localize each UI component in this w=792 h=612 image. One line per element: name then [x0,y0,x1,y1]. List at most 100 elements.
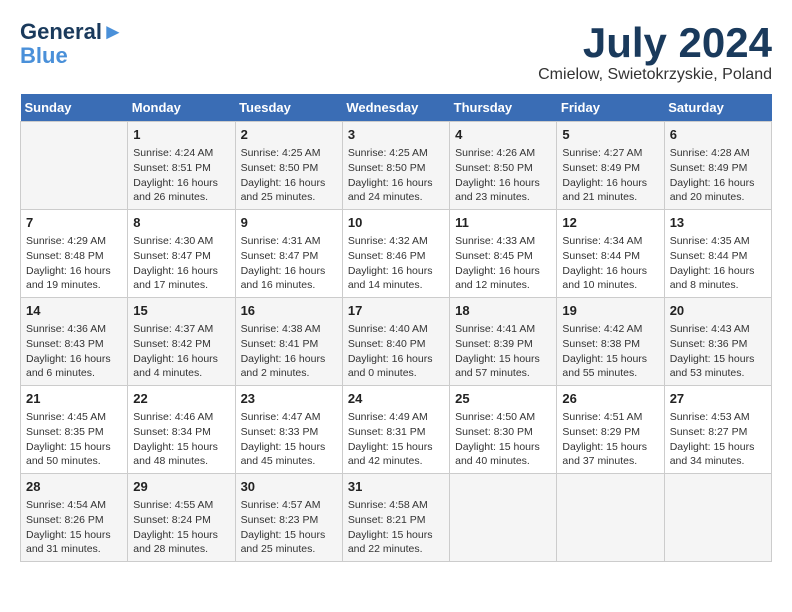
daylight-text: Daylight: 16 hours and 12 minutes. [455,265,540,292]
sunrise-text: Sunrise: 4:45 AM [26,411,106,423]
sunset-text: Sunset: 8:38 PM [562,338,640,350]
sunset-text: Sunset: 8:40 PM [348,338,426,350]
day-number: 18 [455,302,551,320]
calendar-day-cell: 18Sunrise: 4:41 AMSunset: 8:39 PMDayligh… [450,298,557,386]
sunset-text: Sunset: 8:43 PM [26,338,104,350]
day-number: 17 [348,302,444,320]
daylight-text: Daylight: 16 hours and 6 minutes. [26,353,111,380]
sunrise-text: Sunrise: 4:32 AM [348,235,428,247]
calendar-day-cell [21,122,128,210]
sunrise-text: Sunrise: 4:34 AM [562,235,642,247]
calendar-week-row: 1Sunrise: 4:24 AMSunset: 8:51 PMDaylight… [21,122,772,210]
sunset-text: Sunset: 8:29 PM [562,426,640,438]
daylight-text: Daylight: 15 hours and 48 minutes. [133,441,218,468]
calendar-week-row: 21 Sunrise: 4:45 AM Sunset: 8:35 PM Dayligh… [21,386,772,474]
day-number: 12 [562,214,658,232]
calendar-day-cell [450,473,557,561]
day-number: 14 [26,302,122,320]
sunset-text: Sunset: 8:49 PM [670,162,748,174]
weekday-header-cell: Thursday [450,94,557,122]
daylight-text: Daylight: 15 hours and 45 minutes. [241,441,326,468]
sunrise-text: Sunrise: 4:29 AM [26,235,106,247]
daylight-text: Daylight: 16 hours and 20 minutes. [670,177,755,204]
page-header: General► Blue July 2024 Cmielow, Swietok… [20,20,772,84]
calendar-day-cell: 30Sunrise: 4:57 AMSunset: 8:23 PMDayligh… [235,473,342,561]
calendar-day-cell: 20Sunrise: 4:43 AMSunset: 8:36 PMDayligh… [664,298,771,386]
calendar-day-cell: 25Sunrise: 4:50 AMSunset: 8:30 PMDayligh… [450,386,557,474]
day-number: 22 [133,390,229,408]
sunset-text: Sunset: 8:41 PM [241,338,319,350]
day-number: 3 [348,126,444,144]
daylight-text: Daylight: 16 hours and 23 minutes. [455,177,540,204]
weekday-header-cell: Friday [557,94,664,122]
calendar-day-cell [557,473,664,561]
sunrise-text: Sunrise: 4:49 AM [348,411,428,423]
calendar-day-cell: 24Sunrise: 4:49 AMSunset: 8:31 PMDayligh… [342,386,449,474]
sunrise-text: Sunrise: 4:25 AM [348,147,428,159]
sunrise-text: Sunrise: 4:53 AM [670,411,750,423]
day-number: 7 [26,214,122,232]
sunrise-text: Sunrise: 4:26 AM [455,147,535,159]
daylight-text: Daylight: 16 hours and 17 minutes. [133,265,218,292]
day-number: 4 [455,126,551,144]
sunset-text: Sunset: 8:34 PM [133,426,211,438]
day-number: 26 [562,390,658,408]
calendar-day-cell: 19 Sunrise: 4:42 AM Sunset: 8:38 PM Dayligh… [557,298,664,386]
calendar-day-cell: 3 Sunrise: 4:25 AM Sunset: 8:50 PM Daylight… [342,122,449,210]
calendar-day-cell: 4 Sunrise: 4:26 AM Sunset: 8:50 PM Daylight… [450,122,557,210]
day-number: 9 [241,214,337,232]
calendar-day-cell: 29Sunrise: 4:55 AMSunset: 8:24 PMDayligh… [128,473,235,561]
weekday-header-cell: Wednesday [342,94,449,122]
daylight-text: Daylight: 15 hours and 22 minutes. [348,529,433,556]
daylight-text: Daylight: 15 hours and 55 minutes. [562,353,647,380]
day-number: 6 [670,126,766,144]
calendar-day-cell: 2Sunrise: 4:25 AMSunset: 8:50 PMDaylight… [235,122,342,210]
calendar-day-cell: 15Sunrise: 4:37 AMSunset: 8:42 PMDayligh… [128,298,235,386]
day-number: 24 [348,390,444,408]
sunset-text: Sunset: 8:35 PM [26,426,104,438]
sunset-text: Sunset: 8:23 PM [241,514,319,526]
sunset-text: Sunset: 8:36 PM [670,338,748,350]
logo: General► Blue [20,20,124,68]
sunrise-text: Sunrise: 4:28 AM [670,147,750,159]
sunrise-text: Sunrise: 4:41 AM [455,323,535,335]
day-number: 21 [26,390,122,408]
calendar-day-cell: 14Sunrise: 4:36 AMSunset: 8:43 PMDayligh… [21,298,128,386]
daylight-text: Daylight: 15 hours and 28 minutes. [133,529,218,556]
sunset-text: Sunset: 8:45 PM [455,250,533,262]
calendar-week-row: 7Sunrise: 4:29 AMSunset: 8:48 PMDaylight… [21,210,772,298]
sunset-text: Sunset: 8:24 PM [133,514,211,526]
daylight-text: Daylight: 15 hours and 50 minutes. [26,441,111,468]
calendar-day-cell: 31Sunrise: 4:58 AMSunset: 8:21 PMDayligh… [342,473,449,561]
daylight-text: Daylight: 16 hours and 21 minutes. [562,177,647,204]
day-number: 11 [455,214,551,232]
logo-text: General► [20,20,124,44]
daylight-text: Daylight: 16 hours and 24 minutes. [348,177,433,204]
calendar-day-cell: 13Sunrise: 4:35 AMSunset: 8:44 PMDayligh… [664,210,771,298]
calendar-day-cell: 12 Sunrise: 4:34 AM Sunset: 8:44 PM Dayligh… [557,210,664,298]
sunset-text: Sunset: 8:26 PM [26,514,104,526]
calendar-day-cell: 6 Sunrise: 4:28 AM Sunset: 8:49 PM Daylight… [664,122,771,210]
calendar-day-cell: 28Sunrise: 4:54 AMSunset: 8:26 PMDayligh… [21,473,128,561]
weekday-header-row: SundayMondayTuesdayWednesdayThursdayFrid… [21,94,772,122]
sunset-text: Sunset: 8:47 PM [241,250,319,262]
sunrise-text: Sunrise: 4:33 AM [455,235,535,247]
sunset-text: Sunset: 8:44 PM [562,250,640,262]
weekday-header-cell: Tuesday [235,94,342,122]
weekday-header-cell: Monday [128,94,235,122]
logo-text-blue: Blue [20,44,124,68]
calendar-day-cell: 23Sunrise: 4:47 AMSunset: 8:33 PMDayligh… [235,386,342,474]
sunrise-text: Sunrise: 4:42 AM [562,323,642,335]
daylight-text: Daylight: 15 hours and 25 minutes. [241,529,326,556]
sunrise-text: Sunrise: 4:50 AM [455,411,535,423]
daylight-text: Daylight: 16 hours and 10 minutes. [562,265,647,292]
weekday-header-cell: Sunday [21,94,128,122]
daylight-text: Daylight: 16 hours and 25 minutes. [241,177,326,204]
sunset-text: Sunset: 8:50 PM [348,162,426,174]
daylight-text: Daylight: 16 hours and 14 minutes. [348,265,433,292]
calendar-day-cell: 27Sunrise: 4:53 AMSunset: 8:27 PMDayligh… [664,386,771,474]
sunset-text: Sunset: 8:31 PM [348,426,426,438]
sunset-text: Sunset: 8:50 PM [455,162,533,174]
day-number: 19 [562,302,658,320]
daylight-text: Daylight: 16 hours and 2 minutes. [241,353,326,380]
